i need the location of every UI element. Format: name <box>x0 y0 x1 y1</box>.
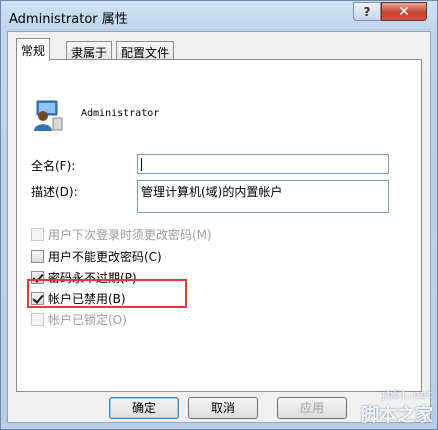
apply-button[interactable]: 应用 <box>277 397 347 419</box>
ok-button[interactable]: 确定 <box>109 397 179 419</box>
checkbox-cannot-change-password[interactable]: 用户不能更改密码(C) <box>31 248 162 265</box>
checkbox-box[interactable] <box>31 228 44 241</box>
divider <box>31 142 407 143</box>
close-icon: ✕ <box>398 3 410 20</box>
help-button[interactable]: ? <box>353 2 381 21</box>
title-bar[interactable]: Administrator 属性 ? ✕ <box>1 1 437 31</box>
watermark: jb51.net 脚本之家 <box>361 388 433 427</box>
user-name: Administrator <box>81 108 160 119</box>
fullname-label: 全名(F): <box>31 159 76 173</box>
description-label: 描述(D): <box>31 185 78 199</box>
cancel-button[interactable]: 取消 <box>188 397 258 419</box>
description-input[interactable]: 管理计算机(域)的内置帐户 <box>137 180 389 213</box>
fullname-input[interactable] <box>137 154 389 174</box>
user-icon <box>34 100 63 131</box>
watermark-url: jb51.net <box>380 388 433 401</box>
text-caret <box>141 158 142 171</box>
window-title: Administrator 属性 <box>9 12 128 27</box>
tab-panel-general: Administrator 全名(F): 描述(D): 管理计算机(域)的内置帐… <box>16 59 422 392</box>
checkbox-must-change-password[interactable]: 用户下次登录时须更改密码(M) <box>31 226 212 243</box>
tab-general[interactable]: 常规 <box>16 38 51 61</box>
tab-profile[interactable]: 配置文件 <box>116 41 175 60</box>
checkbox-box[interactable] <box>31 250 44 263</box>
checkbox-account-locked[interactable]: 帐户已锁定(O) <box>31 311 127 328</box>
divider <box>31 219 407 220</box>
help-icon: ? <box>363 4 371 19</box>
dialog-window: Administrator 属性 ? ✕ 常规 隶属于 配置文件 Adminis… <box>0 0 438 430</box>
dialog-client-area: 常规 隶属于 配置文件 Administrator 全名(F): 描述(D): … <box>7 31 431 423</box>
tab-member-of[interactable]: 隶属于 <box>66 41 113 60</box>
highlight-box <box>27 279 187 308</box>
watermark-title: 脚本之家 <box>361 405 433 426</box>
checkbox-box[interactable] <box>31 313 44 326</box>
close-button[interactable]: ✕ <box>381 2 427 21</box>
